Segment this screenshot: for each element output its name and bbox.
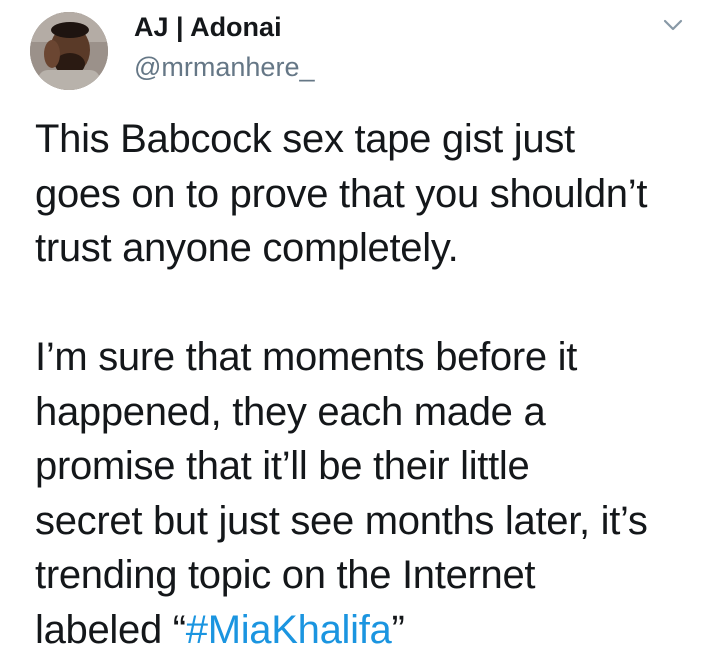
tweet-text-line: I’m sure that moments before it xyxy=(35,335,578,379)
author-handle[interactable]: @mrmanhere_ xyxy=(134,52,314,83)
tweet-text-line: This Babcock sex tape gist just xyxy=(35,117,575,161)
author-display-name[interactable]: AJ | Adonai xyxy=(134,12,282,43)
avatar[interactable] xyxy=(30,12,108,90)
chevron-down-icon[interactable] xyxy=(654,14,692,40)
tweet-text-line: promise that it’ll be their little xyxy=(35,444,530,488)
avatar-image xyxy=(30,12,108,90)
tweet-text: This Babcock sex tape gist just goes on … xyxy=(35,112,705,657)
tweet-text-line: trust anyone completely. xyxy=(35,226,459,270)
tweet-text-line: happened, they each made a xyxy=(35,389,546,434)
tweet-card: AJ | Adonai @mrmanhere_ This Babcock sex… xyxy=(0,0,720,658)
tweet-text-line: goes on to prove that you shouldn’t xyxy=(35,171,648,216)
tweet-text-line: secret but just see months later, it’s xyxy=(35,498,648,543)
label-prefix: labeled “ xyxy=(35,607,186,652)
hashtag-link[interactable]: #MiaKhalifa xyxy=(186,608,392,652)
tweet-text-line-last: labeled “#MiaKhalifa” xyxy=(35,603,705,658)
tweet-text-line: trending topic on the Internet xyxy=(35,553,536,597)
label-suffix: ” xyxy=(391,607,405,652)
